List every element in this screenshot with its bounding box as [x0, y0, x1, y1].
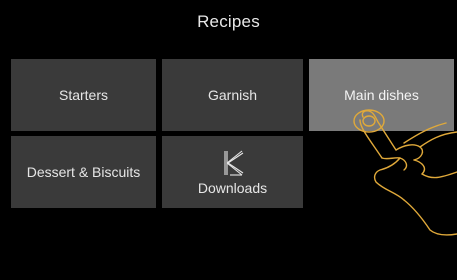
k-logo-icon [223, 150, 243, 176]
tile-main-dishes[interactable]: Main dishes [309, 59, 454, 131]
page-title: Recipes [197, 12, 260, 31]
tile-starters[interactable]: Starters [11, 59, 156, 131]
tile-downloads[interactable]: Downloads [162, 136, 303, 208]
tile-label: Main dishes [344, 87, 419, 103]
tile-label: Starters [58, 87, 108, 103]
tile-label: Garnish [207, 87, 258, 103]
tile-label: Dessert & Biscuits [26, 164, 141, 180]
tile-dessert-biscuits[interactable]: Dessert & Biscuits [11, 136, 156, 208]
tile-label: Downloads [197, 180, 268, 196]
recipes-screen: Recipes Starters Garnish Main dishes Des… [0, 0, 457, 280]
tile-garnish[interactable]: Garnish [162, 59, 303, 131]
